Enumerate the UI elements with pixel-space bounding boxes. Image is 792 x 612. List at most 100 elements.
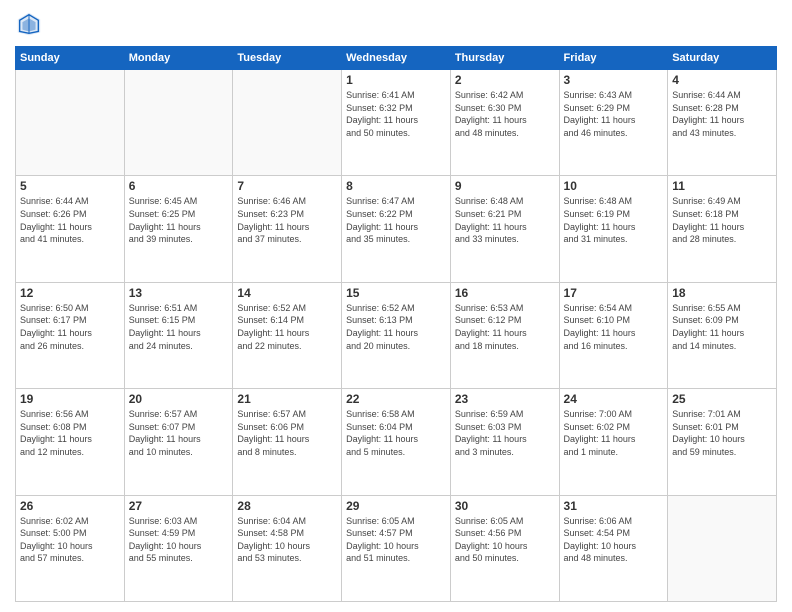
weekday-sunday: Sunday	[16, 47, 125, 70]
day-number: 22	[346, 392, 446, 406]
day-cell	[16, 70, 125, 176]
day-cell: 21 Sunrise: 6:57 AM Sunset: 6:06 PM Dayli…	[233, 389, 342, 495]
day-number: 19	[20, 392, 120, 406]
day-info: Sunrise: 6:58 AM Sunset: 6:04 PM Dayligh…	[346, 408, 446, 458]
day-info: Sunrise: 6:06 AM Sunset: 4:54 PM Dayligh…	[564, 515, 664, 565]
day-cell: 5Sunrise: 6:44 AM Sunset: 6:26 PM Daylig…	[16, 176, 125, 282]
day-number: 12	[20, 286, 120, 300]
day-info: Sunrise: 6:50 AM Sunset: 6:17 PM Dayligh…	[20, 302, 120, 352]
header	[15, 10, 777, 38]
week-row-4: 19 Sunrise: 6:56 AM Sunset: 6:08 PM Dayli…	[16, 389, 777, 495]
day-info: Sunrise: 6:45 AM Sunset: 6:25 PM Dayligh…	[129, 195, 229, 245]
weekday-tuesday: Tuesday	[233, 47, 342, 70]
day-info: Sunrise: 6:59 AM Sunset: 6:03 PM Dayligh…	[455, 408, 555, 458]
day-number: 8	[346, 179, 446, 193]
logo-icon	[15, 10, 43, 38]
day-info: Sunrise: 6:04 AM Sunset: 4:58 PM Dayligh…	[237, 515, 337, 565]
day-cell: 4Sunrise: 6:44 AM Sunset: 6:28 PM Daylig…	[668, 70, 777, 176]
week-row-3: 12 Sunrise: 6:50 AM Sunset: 6:17 PM Dayli…	[16, 282, 777, 388]
day-cell: 18 Sunrise: 6:55 AM Sunset: 6:09 PM Dayli…	[668, 282, 777, 388]
day-info: Sunrise: 6:52 AM Sunset: 6:14 PM Dayligh…	[237, 302, 337, 352]
day-cell: 23 Sunrise: 6:59 AM Sunset: 6:03 PM Dayli…	[450, 389, 559, 495]
day-cell: 30 Sunrise: 6:05 AM Sunset: 4:56 PM Dayli…	[450, 495, 559, 601]
day-cell: 28Sunrise: 6:04 AM Sunset: 4:58 PM Dayli…	[233, 495, 342, 601]
day-number: 30	[455, 499, 555, 513]
calendar-table: SundayMondayTuesdayWednesdayThursdayFrid…	[15, 46, 777, 602]
day-cell	[124, 70, 233, 176]
day-cell: 9 Sunrise: 6:48 AM Sunset: 6:21 PM Daylig…	[450, 176, 559, 282]
page: SundayMondayTuesdayWednesdayThursdayFrid…	[0, 0, 792, 612]
day-info: Sunrise: 6:03 AM Sunset: 4:59 PM Dayligh…	[129, 515, 229, 565]
day-number: 21	[237, 392, 337, 406]
day-cell: 15 Sunrise: 6:52 AM Sunset: 6:13 PM Dayli…	[342, 282, 451, 388]
day-number: 20	[129, 392, 229, 406]
week-row-1: 1 Sunrise: 6:41 AM Sunset: 6:32 PM Daylig…	[16, 70, 777, 176]
day-number: 1	[346, 73, 446, 87]
day-info: Sunrise: 6:05 AM Sunset: 4:56 PM Dayligh…	[455, 515, 555, 565]
day-number: 4	[672, 73, 772, 87]
day-info: Sunrise: 6:48 AM Sunset: 6:19 PM Dayligh…	[564, 195, 664, 245]
day-info: Sunrise: 6:47 AM Sunset: 6:22 PM Dayligh…	[346, 195, 446, 245]
day-cell: 17 Sunrise: 6:54 AM Sunset: 6:10 PM Dayli…	[559, 282, 668, 388]
day-number: 25	[672, 392, 772, 406]
day-cell: 26Sunrise: 6:02 AM Sunset: 5:00 PM Dayli…	[16, 495, 125, 601]
day-number: 11	[672, 179, 772, 193]
day-cell: 8 Sunrise: 6:47 AM Sunset: 6:22 PM Daylig…	[342, 176, 451, 282]
day-info: Sunrise: 6:48 AM Sunset: 6:21 PM Dayligh…	[455, 195, 555, 245]
day-cell: 10Sunrise: 6:48 AM Sunset: 6:19 PM Dayli…	[559, 176, 668, 282]
day-cell: 19 Sunrise: 6:56 AM Sunset: 6:08 PM Dayli…	[16, 389, 125, 495]
weekday-wednesday: Wednesday	[342, 47, 451, 70]
day-info: Sunrise: 6:57 AM Sunset: 6:07 PM Dayligh…	[129, 408, 229, 458]
day-info: Sunrise: 6:53 AM Sunset: 6:12 PM Dayligh…	[455, 302, 555, 352]
day-number: 2	[455, 73, 555, 87]
logo	[15, 10, 47, 38]
day-info: Sunrise: 6:41 AM Sunset: 6:32 PM Dayligh…	[346, 89, 446, 139]
day-number: 31	[564, 499, 664, 513]
day-number: 6	[129, 179, 229, 193]
day-info: Sunrise: 6:43 AM Sunset: 6:29 PM Dayligh…	[564, 89, 664, 139]
day-cell	[668, 495, 777, 601]
day-info: Sunrise: 6:54 AM Sunset: 6:10 PM Dayligh…	[564, 302, 664, 352]
day-number: 23	[455, 392, 555, 406]
day-info: Sunrise: 6:51 AM Sunset: 6:15 PM Dayligh…	[129, 302, 229, 352]
day-info: Sunrise: 7:01 AM Sunset: 6:01 PM Dayligh…	[672, 408, 772, 458]
day-number: 16	[455, 286, 555, 300]
day-info: Sunrise: 6:52 AM Sunset: 6:13 PM Dayligh…	[346, 302, 446, 352]
day-cell: 7 Sunrise: 6:46 AM Sunset: 6:23 PM Daylig…	[233, 176, 342, 282]
week-row-5: 26Sunrise: 6:02 AM Sunset: 5:00 PM Dayli…	[16, 495, 777, 601]
day-cell: 13Sunrise: 6:51 AM Sunset: 6:15 PM Dayli…	[124, 282, 233, 388]
day-cell: 20 Sunrise: 6:57 AM Sunset: 6:07 PM Dayli…	[124, 389, 233, 495]
weekday-thursday: Thursday	[450, 47, 559, 70]
day-info: Sunrise: 6:57 AM Sunset: 6:06 PM Dayligh…	[237, 408, 337, 458]
day-cell: 29 Sunrise: 6:05 AM Sunset: 4:57 PM Dayli…	[342, 495, 451, 601]
day-cell: 25 Sunrise: 7:01 AM Sunset: 6:01 PM Dayli…	[668, 389, 777, 495]
day-cell: 14 Sunrise: 6:52 AM Sunset: 6:14 PM Dayli…	[233, 282, 342, 388]
day-number: 9	[455, 179, 555, 193]
day-info: Sunrise: 6:56 AM Sunset: 6:08 PM Dayligh…	[20, 408, 120, 458]
day-cell: 6 Sunrise: 6:45 AM Sunset: 6:25 PM Daylig…	[124, 176, 233, 282]
day-cell: 27 Sunrise: 6:03 AM Sunset: 4:59 PM Dayli…	[124, 495, 233, 601]
day-number: 3	[564, 73, 664, 87]
day-number: 24	[564, 392, 664, 406]
day-info: Sunrise: 6:49 AM Sunset: 6:18 PM Dayligh…	[672, 195, 772, 245]
day-number: 18	[672, 286, 772, 300]
day-number: 27	[129, 499, 229, 513]
day-info: Sunrise: 6:44 AM Sunset: 6:26 PM Dayligh…	[20, 195, 120, 245]
day-cell: 16 Sunrise: 6:53 AM Sunset: 6:12 PM Dayli…	[450, 282, 559, 388]
day-info: Sunrise: 6:55 AM Sunset: 6:09 PM Dayligh…	[672, 302, 772, 352]
day-number: 15	[346, 286, 446, 300]
day-cell: 11 Sunrise: 6:49 AM Sunset: 6:18 PM Dayli…	[668, 176, 777, 282]
day-number: 29	[346, 499, 446, 513]
day-number: 17	[564, 286, 664, 300]
day-number: 26	[20, 499, 120, 513]
week-row-2: 5Sunrise: 6:44 AM Sunset: 6:26 PM Daylig…	[16, 176, 777, 282]
day-info: Sunrise: 6:46 AM Sunset: 6:23 PM Dayligh…	[237, 195, 337, 245]
day-number: 14	[237, 286, 337, 300]
day-cell: 2Sunrise: 6:42 AM Sunset: 6:30 PM Daylig…	[450, 70, 559, 176]
day-number: 7	[237, 179, 337, 193]
day-info: Sunrise: 7:00 AM Sunset: 6:02 PM Dayligh…	[564, 408, 664, 458]
day-cell: 1 Sunrise: 6:41 AM Sunset: 6:32 PM Daylig…	[342, 70, 451, 176]
weekday-friday: Friday	[559, 47, 668, 70]
day-info: Sunrise: 6:05 AM Sunset: 4:57 PM Dayligh…	[346, 515, 446, 565]
weekday-saturday: Saturday	[668, 47, 777, 70]
